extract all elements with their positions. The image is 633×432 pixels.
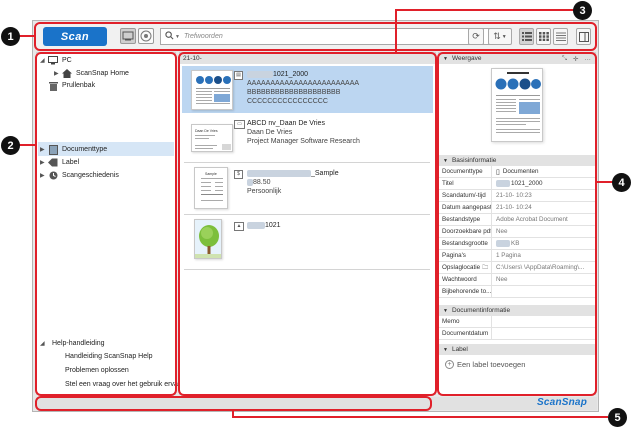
callout-box-details [437,52,597,396]
callout-box-toolbar [34,22,597,51]
leader-line [232,416,608,418]
callout-1: 1 [1,27,20,46]
callout-2: 2 [1,136,20,155]
leader-line [18,35,35,37]
callout-box-navigation [35,52,177,396]
callout-box-statusbar [35,396,432,411]
callout-5: 5 [608,408,627,427]
callout-box-list [178,52,437,396]
leader-line [18,144,36,146]
callout-3: 3 [573,1,592,20]
callout-4: 4 [612,173,631,192]
leader-line [395,9,397,53]
scansnap-logo: ScanSnap [537,397,587,408]
leader-line [395,9,575,11]
